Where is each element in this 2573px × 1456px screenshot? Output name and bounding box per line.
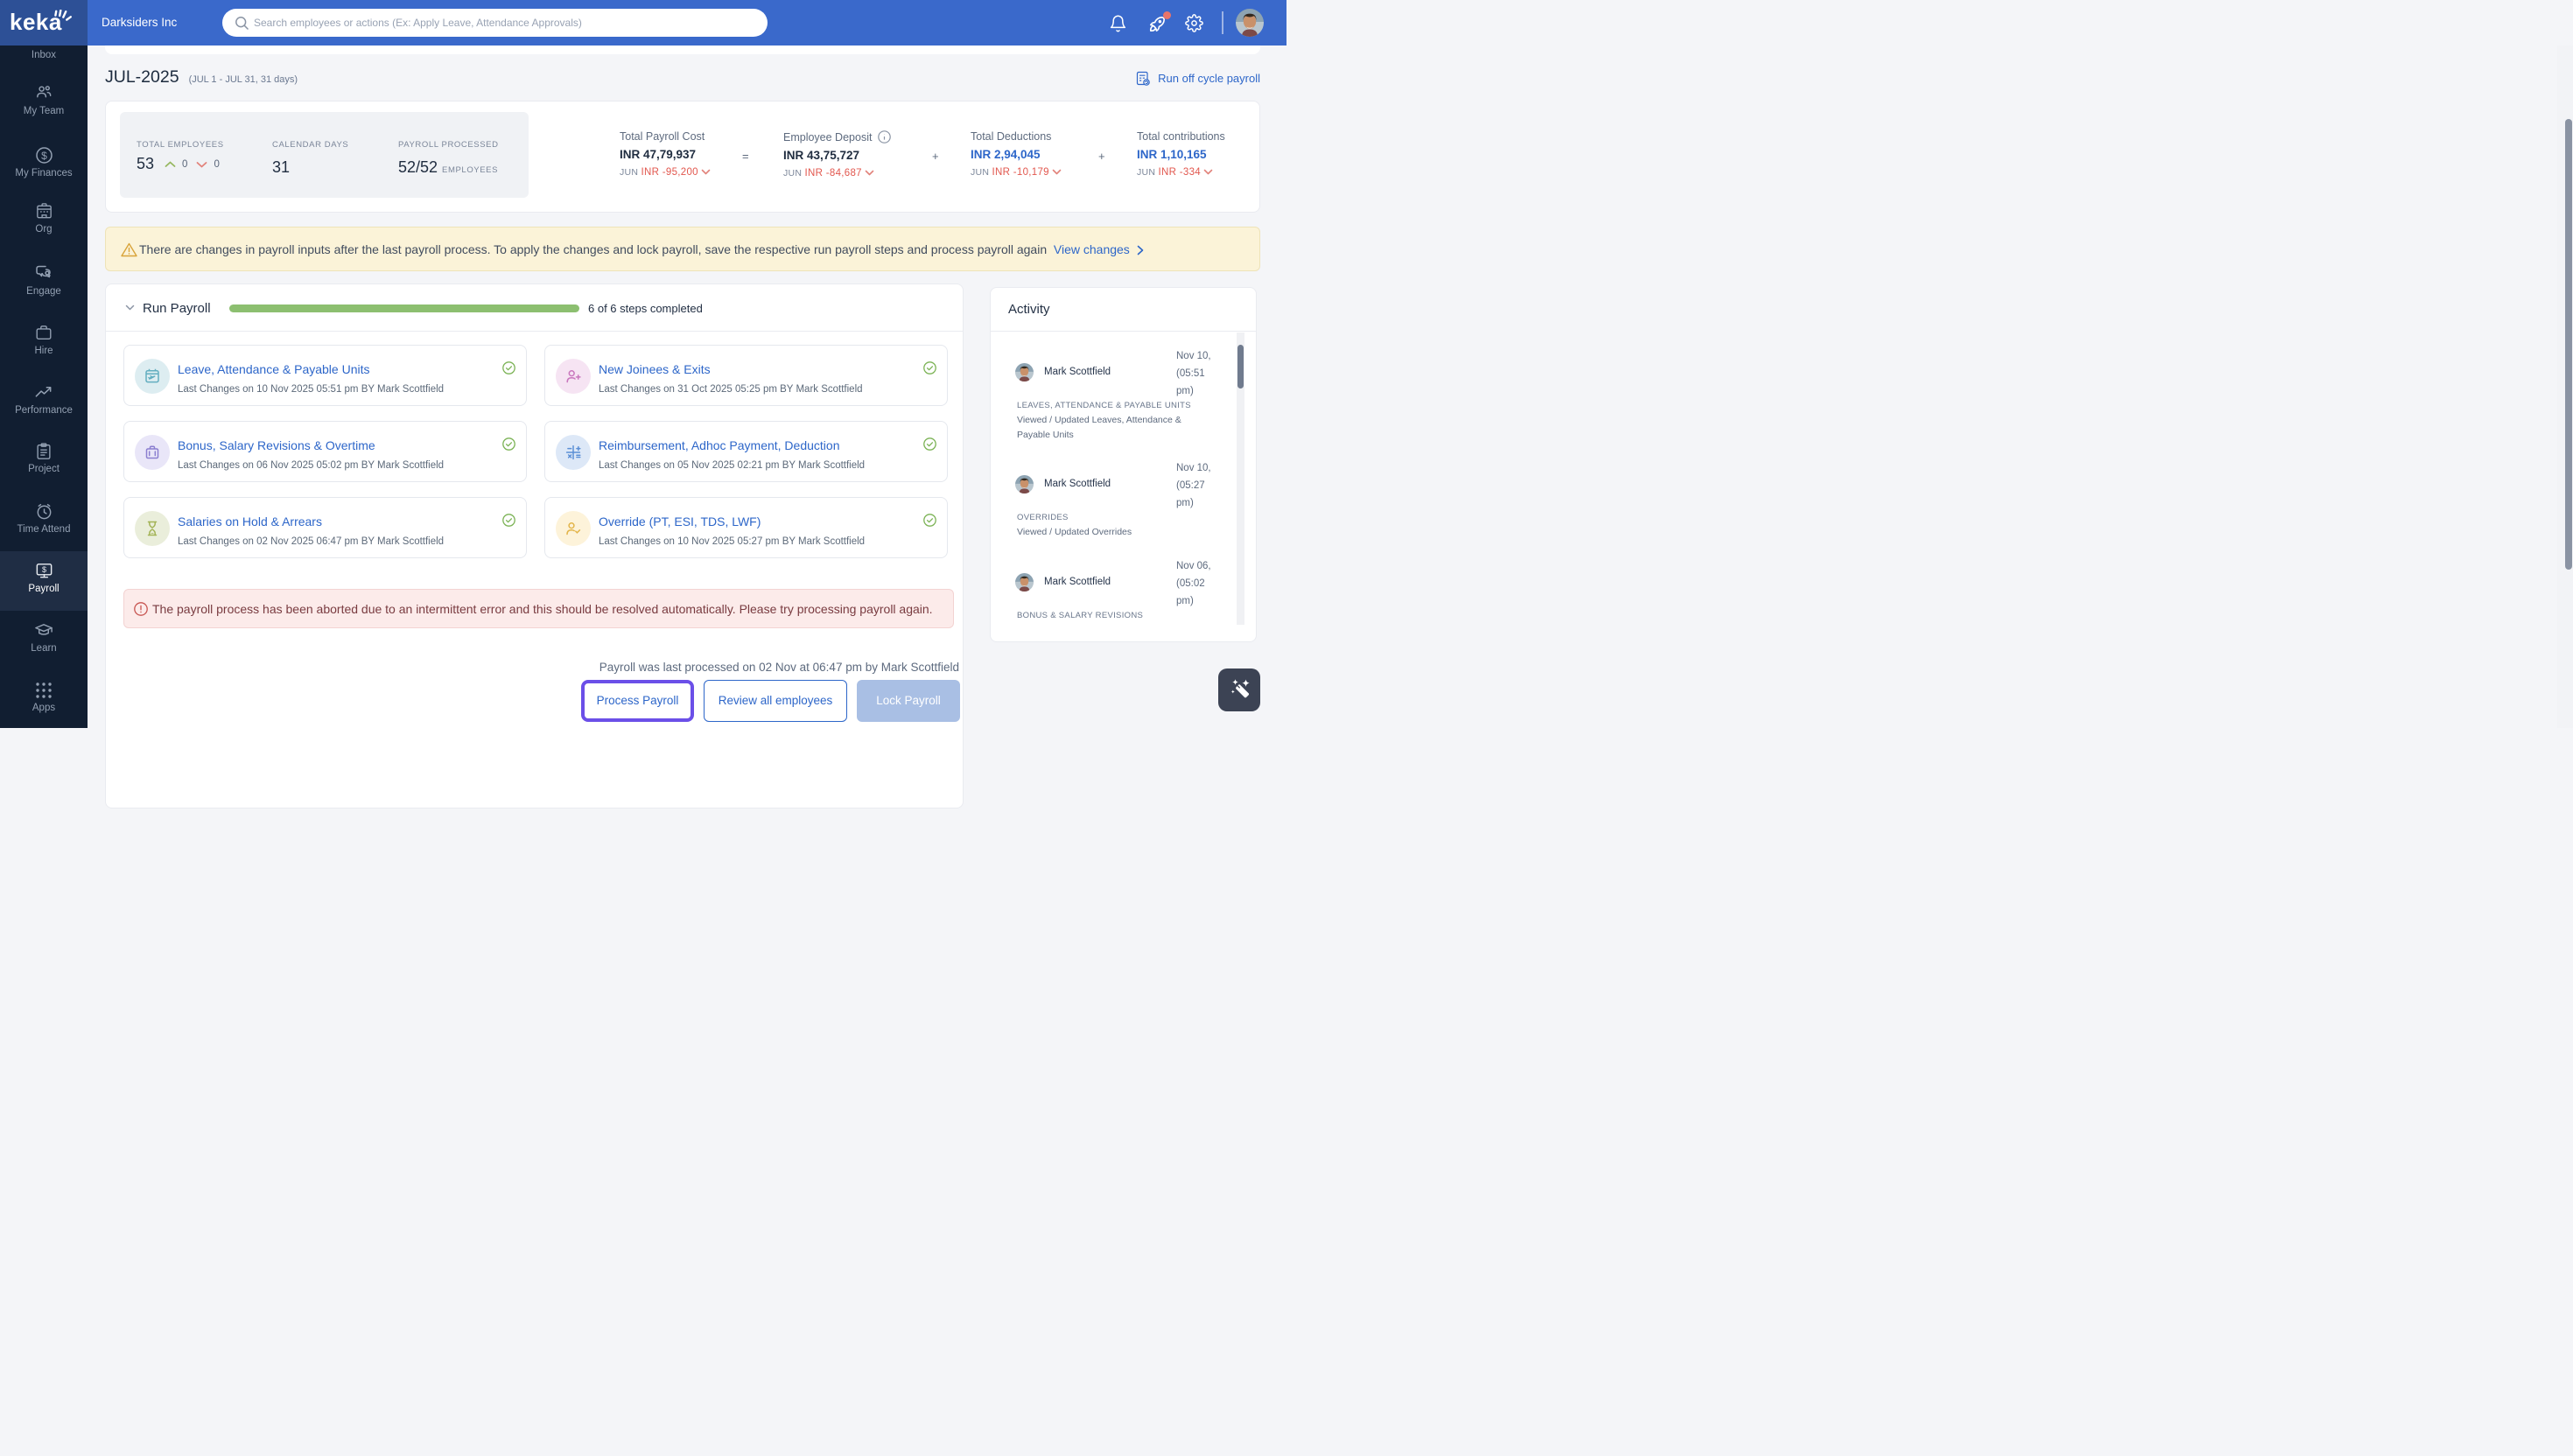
svg-text:$: $ (41, 565, 46, 574)
svg-text:$: $ (41, 150, 47, 162)
